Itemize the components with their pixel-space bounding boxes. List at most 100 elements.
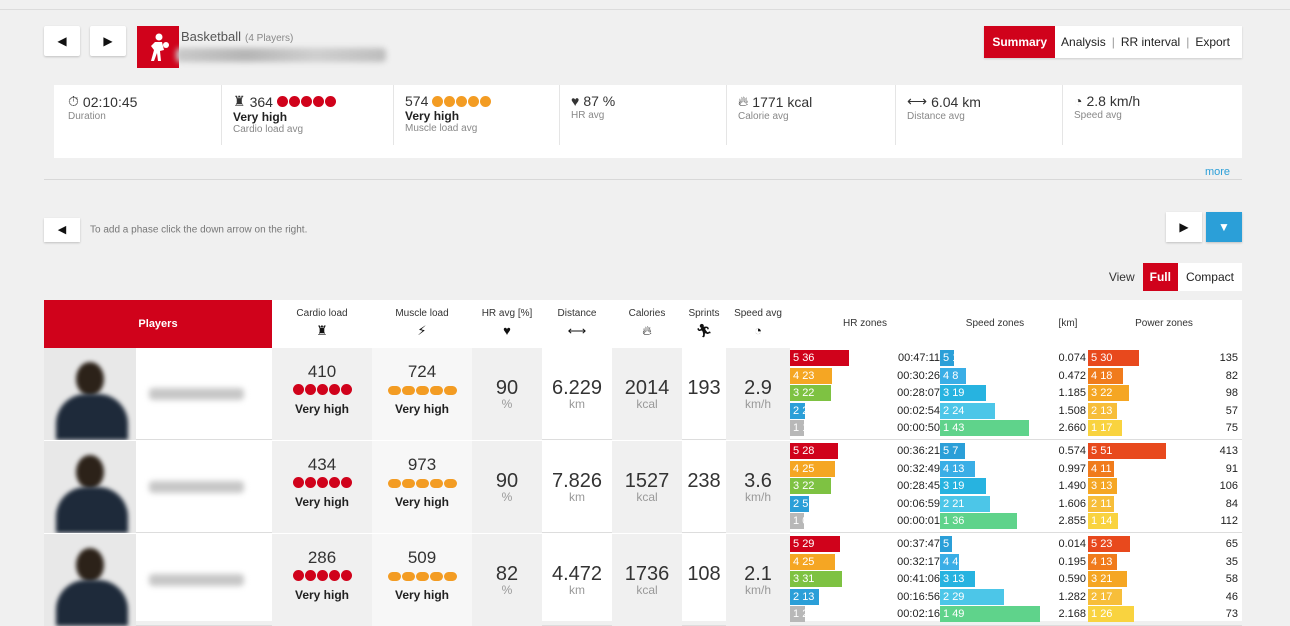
power-zone-number: 5 bbox=[1091, 538, 1098, 550]
next-session-button[interactable]: ▶ bbox=[90, 26, 126, 56]
divider bbox=[393, 85, 394, 145]
speed-value: 2.9 bbox=[744, 377, 772, 399]
cardio-value: 286 bbox=[307, 548, 337, 567]
col-power-zones[interactable]: Power zones bbox=[1086, 300, 1242, 348]
power-zone-pct: 17 bbox=[1100, 422, 1113, 434]
speed-zone-pct: 49 bbox=[952, 608, 965, 620]
hr-unit: % bbox=[501, 397, 513, 411]
power-zone-value: 73 bbox=[1225, 608, 1238, 620]
avatar-body bbox=[56, 394, 128, 440]
power-zone-number: 3 bbox=[1091, 387, 1098, 399]
tab-export[interactable]: Export bbox=[1189, 26, 1236, 58]
zone-km: 1.606 bbox=[1058, 497, 1086, 510]
distance-unit: km bbox=[569, 397, 585, 411]
power-zone-pct: 11 bbox=[1100, 497, 1112, 510]
player-name-blurred[interactable] bbox=[149, 574, 244, 586]
muscle-dots bbox=[387, 386, 457, 395]
col-hr-zones[interactable]: HR zones bbox=[790, 300, 940, 348]
tab-rr-interval[interactable]: RR interval bbox=[1115, 26, 1186, 58]
col-speed-zones[interactable]: Speed zones bbox=[940, 300, 1050, 348]
hr-label: HR avg bbox=[571, 110, 605, 121]
muscle-value: 509 bbox=[407, 548, 437, 567]
hr-zone-pct: 22 bbox=[802, 480, 815, 492]
power-zone-bar: 3 22 bbox=[1088, 385, 1129, 401]
speed-zone-pct: 7 bbox=[952, 445, 959, 457]
col-hr-label: HR avg [%] bbox=[481, 308, 533, 319]
table-row[interactable]: 286 Very high 509 Very high 82% 4.472 km 1736 kc… bbox=[44, 534, 1242, 626]
view-full-button[interactable]: Full bbox=[1142, 263, 1178, 291]
divider bbox=[221, 85, 222, 145]
add-phase-dropdown-button[interactable]: ▼ bbox=[1206, 212, 1242, 242]
zone-km: 0.472 bbox=[1058, 369, 1086, 382]
table-row[interactable]: 434 Very high 973 Very high 90% 7.826 km 1527 kc… bbox=[44, 441, 1242, 533]
muscle-level: Very high bbox=[394, 495, 450, 509]
col-calories[interactable]: Calories 🔥︎ bbox=[612, 300, 682, 348]
speed-zone-bar: 2 21 bbox=[940, 495, 990, 512]
hr-zone-bar: 2 5 bbox=[790, 495, 809, 512]
lightning-icon: ⚡︎ bbox=[417, 323, 427, 338]
power-zone-value: 413 bbox=[1219, 445, 1238, 457]
hr-zone-number: 4 bbox=[793, 369, 800, 382]
muscle-dots bbox=[387, 572, 457, 581]
power-zone-value: 106 bbox=[1219, 480, 1238, 492]
tab-summary[interactable]: Summary bbox=[984, 26, 1056, 58]
hr-zone-bar: 5 29 bbox=[790, 536, 840, 552]
sprints-value: 238 bbox=[687, 470, 721, 492]
speed-zone-bar: 5 7 bbox=[940, 443, 965, 459]
speed-zone-pct: 21 bbox=[952, 497, 965, 510]
hr-zone-pct: 28 bbox=[802, 445, 815, 457]
table-row[interactable]: 410 Very high 724 Very high 90% 6.229 km 2014 kc… bbox=[44, 348, 1242, 440]
hr-zone-number: 2 bbox=[793, 497, 800, 510]
power-zone-bar: 2 11 bbox=[1088, 495, 1115, 512]
hr-zone-number: 2 bbox=[793, 590, 800, 603]
power-zone-bar: 4 13 bbox=[1088, 553, 1117, 570]
col-sprints[interactable]: Sprints 🏃︎ bbox=[682, 300, 726, 348]
cardio-level: Very high bbox=[233, 110, 288, 124]
player-name-blurred[interactable] bbox=[149, 388, 244, 400]
col-muscle[interactable]: Muscle load ⚡︎ bbox=[372, 300, 472, 348]
power-zone-number: 2 bbox=[1091, 590, 1098, 603]
hr-zone-time: 00:30:26 bbox=[897, 369, 940, 382]
hr-value: 90 bbox=[495, 470, 519, 492]
col-hr[interactable]: HR avg [%] ♥ bbox=[472, 300, 542, 348]
phase-prev-button[interactable]: ◀ bbox=[44, 218, 80, 242]
power-zone-number: 1 bbox=[1091, 608, 1098, 620]
power-zone-pct: 51 bbox=[1100, 445, 1113, 457]
more-link[interactable]: more bbox=[1205, 166, 1230, 178]
cardio-cell: 434 Very high bbox=[272, 441, 372, 533]
player-name-blurred[interactable] bbox=[149, 481, 244, 493]
tab-analysis[interactable]: Analysis bbox=[1055, 26, 1112, 58]
hr-zone-pct: 25 bbox=[802, 462, 815, 475]
hr-zone-pct: 2 bbox=[802, 608, 809, 620]
muscle-dots bbox=[432, 95, 492, 107]
view-compact-button[interactable]: Compact bbox=[1177, 263, 1242, 291]
col-players[interactable]: Players bbox=[44, 300, 272, 348]
cardio-avg-value: 364 bbox=[249, 93, 273, 110]
power-zone-bar: 2 13 bbox=[1088, 402, 1117, 419]
power-zone-value: 75 bbox=[1225, 422, 1238, 434]
col-km[interactable]: [km] bbox=[1050, 300, 1086, 348]
muscle-avg-value: 574 bbox=[405, 93, 429, 109]
speed-zone-pct: 8 bbox=[952, 369, 959, 382]
cardio-load-icon: ♜ bbox=[233, 93, 246, 109]
view-toggle: View Full Compact bbox=[1109, 262, 1242, 292]
hr-zone-time: 00:47:11 bbox=[897, 352, 940, 364]
prev-session-button[interactable]: ◀ bbox=[44, 26, 80, 56]
phase-next-button[interactable]: ▶ bbox=[1166, 212, 1202, 242]
col-speed[interactable]: Speed avg ◔ bbox=[726, 300, 790, 348]
col-sprints-label: Sprints bbox=[688, 308, 720, 319]
phase-hint: To add a phase click the down arrow on t… bbox=[90, 224, 308, 236]
col-distance[interactable]: Distance ⟷ bbox=[542, 300, 612, 348]
cardio-level: Very high bbox=[294, 402, 350, 416]
more-row: more bbox=[44, 158, 1242, 180]
zones-cell: 5 36 00:47:11 5 1 0.074 5 30 135 4 23 00:30:26 4… bbox=[790, 348, 1242, 440]
speed-value: 3.6 bbox=[744, 470, 772, 492]
hr-zone-time: 00:32:17 bbox=[897, 555, 940, 568]
distance-cell: 6.229 km bbox=[542, 348, 612, 440]
speed-zone-number: 3 bbox=[943, 387, 950, 399]
power-zone-pct: 14 bbox=[1100, 515, 1113, 527]
col-cardio[interactable]: Cardio load ♜ bbox=[272, 300, 372, 348]
calories-cell: 1736 kcal bbox=[612, 534, 682, 626]
hr-cell: 82% bbox=[472, 534, 542, 626]
power-zone-pct: 23 bbox=[1100, 538, 1113, 550]
